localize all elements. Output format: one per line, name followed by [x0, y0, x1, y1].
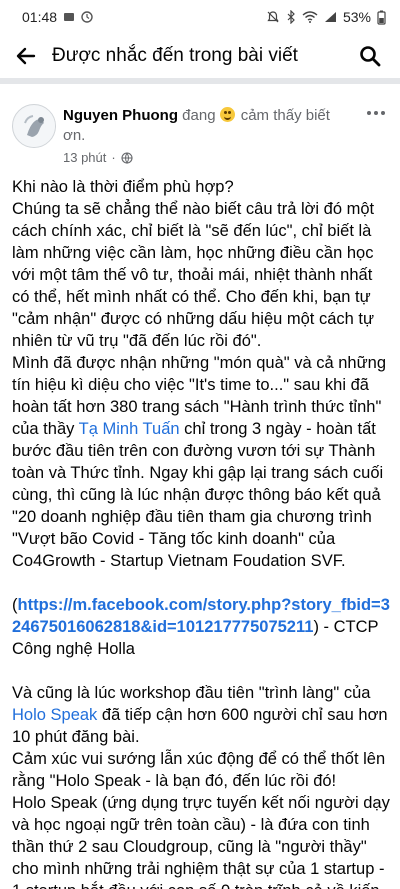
post-paragraph: (https://m.facebook.com/story.php?story_… — [12, 594, 390, 660]
post-paragraph: Holo Speak (ứng dụng trực tuyến kết nối … — [12, 794, 390, 889]
bluetooth-icon — [286, 10, 296, 24]
more-dot-icon — [381, 111, 385, 115]
post-body: Khi nào là thời điểm phù hợp? Chúng ta s… — [0, 176, 400, 889]
notification-icon — [63, 11, 75, 23]
post-card: Nguyen Phuong đang cảm thấy biết ơn. 13 … — [0, 84, 400, 889]
post-paragraph: Chúng ta sẽ chẳng thể nào biết câu trả l… — [12, 200, 375, 350]
status-time: 01:48 — [22, 9, 58, 25]
more-dot-icon — [367, 111, 371, 115]
app-bar: Được nhắc đến trong bài viết — [0, 34, 400, 78]
status-bar: 01:48 53% — [0, 0, 400, 34]
avatar-image — [14, 106, 55, 147]
search-button[interactable] — [354, 40, 386, 72]
battery-icon — [377, 10, 386, 25]
wifi-icon — [302, 11, 318, 23]
post-paragraph: Mình đã được nhận những "món quà" và cả … — [12, 352, 390, 572]
post-paragraph: Và cũng là lúc workshop đầu tiên "trình … — [12, 682, 390, 748]
time-separator: · — [111, 150, 116, 165]
page-title: Được nhắc đến trong bài viết — [52, 45, 298, 66]
mention-link[interactable]: Holo Speak — [12, 706, 97, 724]
feeling-prefix: đang — [182, 107, 216, 124]
time-text: 13 phút — [63, 150, 107, 165]
mute-icon — [266, 10, 280, 24]
arrow-left-icon — [16, 47, 36, 65]
post-text: Và cũng là lúc workshop đầu tiên "trình … — [12, 684, 371, 702]
battery-percent: 53% — [342, 9, 371, 25]
post-paragraph: Cảm xúc vui sướng lẫn xúc động để có thể… — [12, 750, 386, 790]
more-options-button[interactable] — [364, 106, 388, 120]
signal-icon — [324, 11, 337, 23]
mention-link[interactable]: Tạ Minh Tuấn — [79, 420, 180, 438]
avatar[interactable] — [12, 104, 56, 148]
more-dot-icon — [374, 111, 378, 115]
author-name[interactable]: Nguyen Phuong — [63, 107, 178, 124]
post-text: chỉ trong 3 ngày - hoàn tất bước đầu tiê… — [12, 420, 384, 570]
clock-icon — [81, 11, 93, 23]
globe-icon — [121, 151, 133, 164]
back-button[interactable] — [10, 40, 42, 72]
post-timestamp[interactable]: 13 phút · — [63, 150, 133, 165]
post-header: Nguyen Phuong đang cảm thấy biết ơn. 13 … — [0, 84, 400, 176]
smiling-face-icon — [219, 107, 235, 122]
author-line: Nguyen Phuong đang cảm thấy biết ơn. — [63, 106, 353, 146]
post-paragraph: Khi nào là thời điểm phù hợp? — [12, 178, 234, 196]
search-icon — [360, 46, 381, 67]
